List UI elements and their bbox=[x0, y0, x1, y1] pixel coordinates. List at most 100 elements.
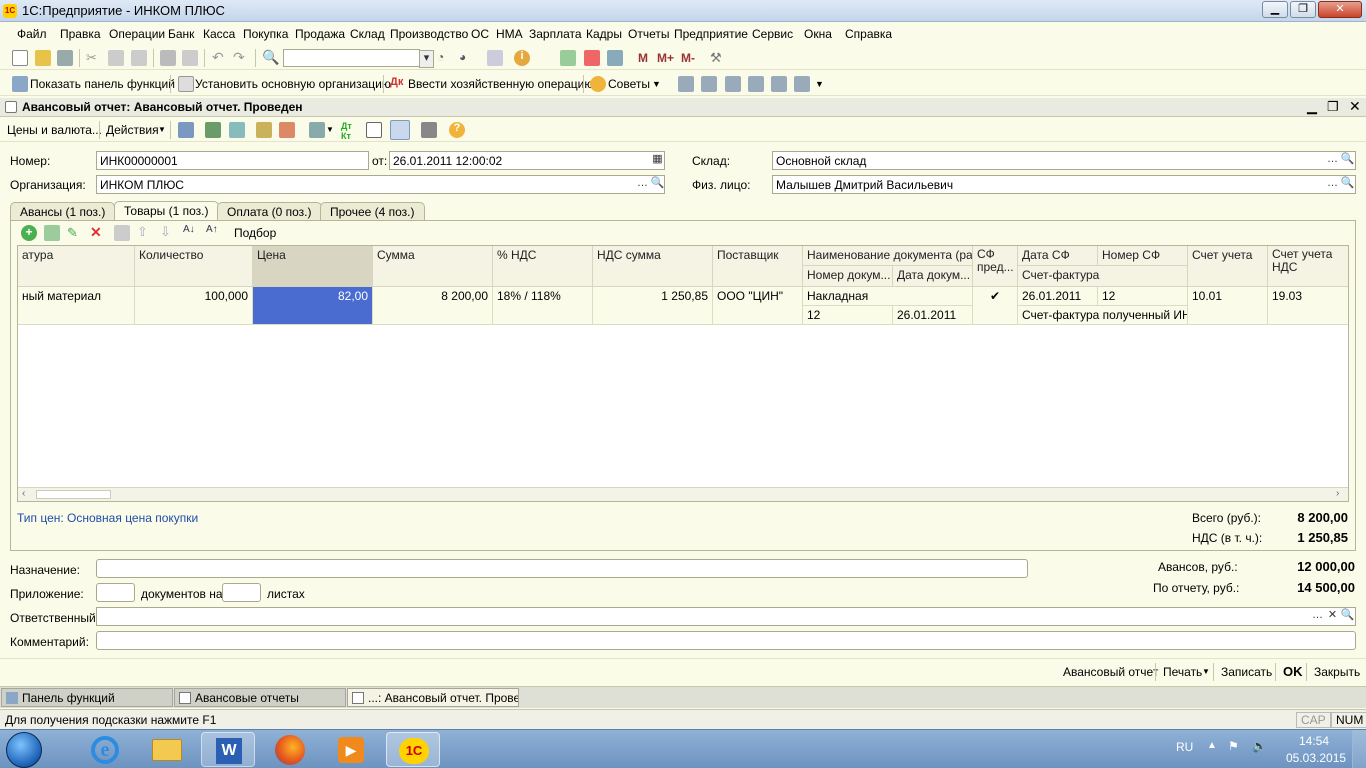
warehouse-select-button[interactable]: … bbox=[1325, 152, 1340, 169]
report-icon-4[interactable] bbox=[748, 76, 764, 92]
scroll-right-icon[interactable]: › bbox=[1336, 488, 1339, 499]
maximize-button[interactable]: ❐ bbox=[1290, 1, 1316, 18]
info-icon[interactable]: i bbox=[514, 50, 530, 66]
save-disk-icon[interactable] bbox=[57, 50, 73, 66]
tab-payment[interactable]: Оплата (0 поз.) bbox=[217, 202, 322, 220]
person-select-button[interactable]: … bbox=[1325, 176, 1340, 193]
tips-dropdown-icon[interactable]: ▼ bbox=[652, 79, 661, 89]
cell-vat-sum[interactable]: 1 250,85 bbox=[593, 287, 713, 325]
doc-close-button[interactable]: ✕ bbox=[1349, 98, 1361, 115]
help-icon[interactable]: ? bbox=[449, 122, 465, 138]
calculator-icon[interactable] bbox=[560, 50, 576, 66]
enter-operation-button[interactable]: Ввести хозяйственную операцию bbox=[408, 77, 593, 91]
col-header-doc-number[interactable]: Номер докум... bbox=[803, 266, 893, 287]
cell-price-selected[interactable]: 82,00 bbox=[253, 287, 373, 325]
report-icon-1[interactable] bbox=[678, 76, 694, 92]
set-main-organization-button[interactable]: Установить основную организацию bbox=[195, 77, 391, 91]
search-icon[interactable]: 🔍 bbox=[262, 49, 279, 65]
users-icon[interactable] bbox=[607, 50, 623, 66]
save-button[interactable]: Записать bbox=[1221, 665, 1272, 679]
menu-production[interactable]: Производство bbox=[390, 27, 468, 41]
undo-icon[interactable]: ↶ bbox=[212, 49, 228, 65]
col-header-vat-rate[interactable]: % НДС bbox=[493, 246, 593, 287]
date-field[interactable]: 26.01.2011 12:00:02 bbox=[389, 151, 665, 170]
show-function-panel-button[interactable]: Показать панель функций bbox=[30, 77, 175, 91]
move-down-icon[interactable]: ⇩ bbox=[160, 224, 176, 240]
sort-asc-icon[interactable]: A↓ bbox=[183, 224, 199, 240]
menu-windows[interactable]: Окна bbox=[804, 27, 832, 41]
redo-icon[interactable]: ↷ bbox=[233, 49, 249, 65]
menu-service[interactable]: Сервис bbox=[752, 27, 793, 41]
close-window-button[interactable]: ✕ bbox=[1318, 1, 1362, 18]
col-header-sf-date[interactable]: Дата СФ bbox=[1018, 246, 1098, 266]
purpose-field[interactable] bbox=[96, 559, 1028, 578]
col-header-doc-date[interactable]: Дата докум... bbox=[893, 266, 973, 287]
menu-fixed-assets[interactable]: ОС bbox=[471, 27, 489, 41]
quick-search-input[interactable] bbox=[283, 49, 420, 67]
add-row-icon[interactable]: + bbox=[21, 225, 37, 241]
organization-field[interactable]: ИНКОМ ПЛЮС bbox=[96, 175, 665, 194]
menu-warehouse[interactable]: Склад bbox=[350, 27, 385, 41]
cell-quantity[interactable]: 100,000 bbox=[135, 287, 253, 325]
organization-open-icon[interactable]: 🔍 bbox=[650, 176, 665, 193]
calendar-picker-icon[interactable]: ▦ bbox=[650, 152, 665, 169]
memory-minus-button[interactable]: M- bbox=[681, 51, 695, 65]
menu-file[interactable]: Файл bbox=[17, 27, 47, 41]
menu-intangibles[interactable]: НМА bbox=[496, 27, 523, 41]
menu-salary[interactable]: Зарплата bbox=[529, 27, 582, 41]
report-icon-3[interactable] bbox=[725, 76, 741, 92]
col-header-vat-sum[interactable]: НДС сумма bbox=[593, 246, 713, 287]
menu-operations[interactable]: Операции bbox=[109, 27, 165, 41]
person-field[interactable]: Малышев Дмитрий Васильевич bbox=[772, 175, 1356, 194]
responsible-field[interactable] bbox=[96, 607, 1356, 626]
taskbar-explorer-icon[interactable] bbox=[140, 732, 194, 767]
menu-bank[interactable]: Банк bbox=[168, 27, 194, 41]
responsible-select-button[interactable]: … bbox=[1310, 608, 1325, 625]
doc-minimize-button[interactable]: ▁ bbox=[1307, 99, 1317, 115]
dt-kt-icon[interactable]: Дт Кт bbox=[341, 121, 357, 141]
col-header-supplier[interactable]: Поставщик bbox=[713, 246, 803, 287]
report-icon-2[interactable] bbox=[701, 76, 717, 92]
col-header-invoice[interactable]: Счет-фактура bbox=[1018, 266, 1188, 287]
col-header-price[interactable]: Цена bbox=[253, 246, 373, 287]
windows-icon[interactable] bbox=[487, 50, 503, 66]
col-header-sf-number[interactable]: Номер СФ bbox=[1098, 246, 1188, 266]
task-function-panel[interactable]: Панель функций bbox=[1, 688, 173, 707]
delete-row-icon[interactable]: ✕ bbox=[90, 224, 106, 240]
comment-field[interactable] bbox=[96, 631, 1356, 650]
cell-vat-account[interactable]: 19.03 bbox=[1268, 287, 1348, 325]
price-type-link[interactable]: Тип цен: Основная цена покупки bbox=[17, 511, 198, 525]
responsible-open-icon[interactable]: 🔍 bbox=[1340, 608, 1355, 625]
taskbar-media-player-icon[interactable]: ▶ bbox=[323, 732, 377, 767]
taskbar-firefox-icon[interactable] bbox=[262, 732, 316, 767]
volume-icon[interactable]: 🔈 bbox=[1252, 739, 1267, 753]
col-header-quantity[interactable]: Количество bbox=[135, 246, 253, 287]
find-next-icon[interactable]: ◔ bbox=[437, 50, 453, 66]
go-to-icon[interactable] bbox=[309, 122, 325, 138]
clock-time[interactable]: 14:54 bbox=[1299, 734, 1329, 748]
copy-icon[interactable] bbox=[108, 50, 124, 66]
report-icon-6[interactable] bbox=[794, 76, 810, 92]
attachment-docs-field[interactable] bbox=[96, 583, 135, 602]
col-header-nomenclature[interactable]: атура bbox=[18, 246, 135, 287]
prices-currency-button[interactable]: Цены и валюта... bbox=[7, 123, 102, 137]
end-edit-icon[interactable] bbox=[114, 225, 130, 241]
print-button[interactable]: Печать bbox=[1163, 665, 1202, 679]
cell-nomenclature[interactable]: ный материал bbox=[18, 287, 135, 325]
cell-sf-date[interactable]: 26.01.2011 bbox=[1018, 287, 1098, 306]
col-header-account[interactable]: Счет учета bbox=[1188, 246, 1268, 287]
print-preview-icon[interactable] bbox=[182, 50, 198, 66]
move-up-icon[interactable]: ⇧ bbox=[137, 224, 153, 240]
copy-row-icon[interactable] bbox=[44, 225, 60, 241]
col-header-doc-name[interactable]: Наименование документа (ра... bbox=[803, 246, 973, 266]
col-header-sf-presented[interactable]: СФ пред... bbox=[973, 246, 1018, 287]
number-field[interactable]: ИНК00000001 bbox=[96, 151, 369, 170]
open-folder-icon[interactable] bbox=[35, 50, 51, 66]
taskbar-word-icon[interactable]: W bbox=[201, 732, 255, 767]
menu-help[interactable]: Справка bbox=[845, 27, 892, 41]
horizontal-scrollbar[interactable]: ‹ › bbox=[18, 487, 1348, 501]
col-header-vat-account[interactable]: Счет учета НДС bbox=[1268, 246, 1348, 287]
cell-doc-name[interactable]: Накладная bbox=[803, 287, 973, 306]
sort-desc-icon[interactable]: A↑ bbox=[206, 224, 222, 240]
edit-row-icon[interactable]: ✎ bbox=[67, 225, 83, 241]
